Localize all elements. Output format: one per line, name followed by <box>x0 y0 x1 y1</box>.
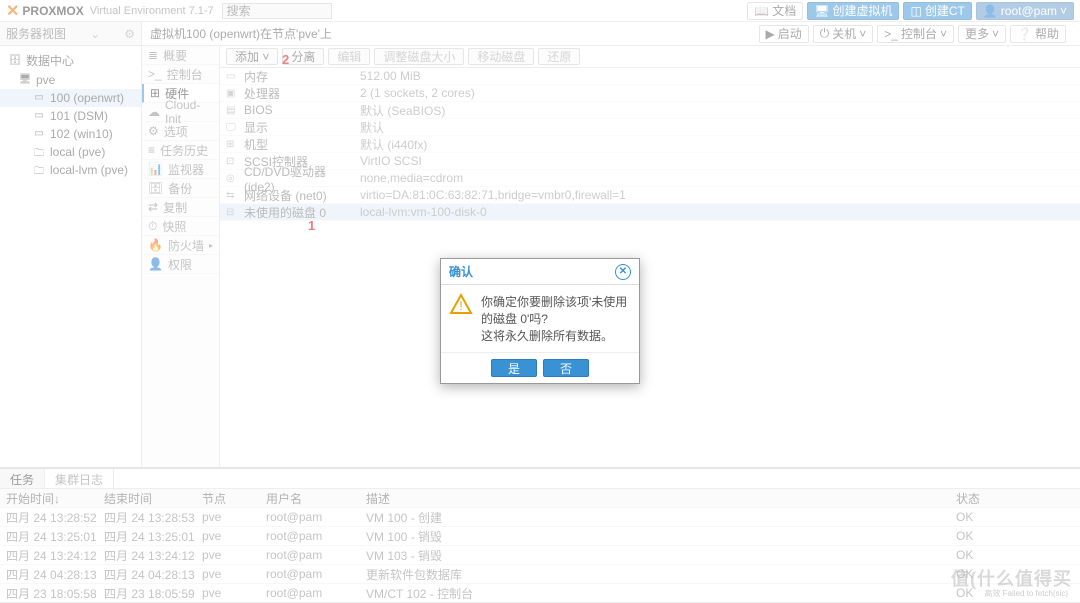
dialog-message-2: 这将永久删除所有数据。 <box>481 327 631 344</box>
yes-button[interactable]: 是 <box>491 359 537 377</box>
warning-icon: ! <box>449 293 473 317</box>
no-button[interactable]: 否 <box>543 359 589 377</box>
confirm-dialog: 确认 ✕ ! 你确定你要删除该项'未使用的磁盘 0'吗? 这将永久删除所有数据。… <box>440 258 640 384</box>
watermark-sub: 高效 Failed to fetch(sic) <box>984 588 1068 599</box>
dialog-message-1: 你确定你要删除该项'未使用的磁盘 0'吗? <box>481 293 631 327</box>
svg-text:!: ! <box>459 299 462 313</box>
dialog-title: 确认 <box>449 263 473 280</box>
close-icon[interactable]: ✕ <box>615 264 631 280</box>
